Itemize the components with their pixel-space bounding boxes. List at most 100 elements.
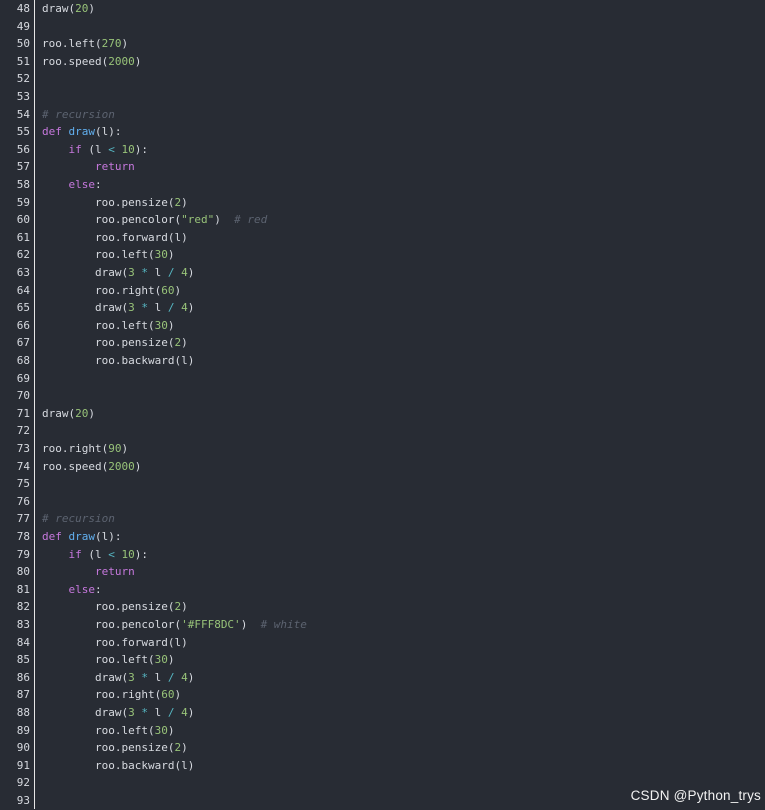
line-number: 67 bbox=[16, 336, 30, 350]
code-line[interactable]: 58 else: bbox=[0, 176, 765, 194]
code-token: 20 bbox=[75, 2, 89, 15]
line-number: 61 bbox=[16, 230, 30, 244]
code-text: # recursion bbox=[42, 510, 115, 528]
code-line[interactable]: 70 bbox=[0, 387, 765, 405]
code-line[interactable]: 81 else: bbox=[0, 581, 765, 599]
code-line[interactable]: 77 # recursion bbox=[0, 510, 765, 528]
line-number: 80 bbox=[16, 565, 30, 579]
code-token: ) bbox=[88, 406, 95, 420]
code-line[interactable]: 73 roo.right(90) bbox=[0, 440, 765, 458]
code-text: def draw(l): bbox=[42, 123, 122, 141]
code-line[interactable]: 64 roo.right(60) bbox=[0, 282, 765, 300]
code-token: roo.left( bbox=[42, 653, 155, 667]
code-token: return bbox=[94, 565, 135, 579]
line-number: 90 bbox=[16, 741, 30, 755]
code-token: 3 bbox=[128, 266, 135, 279]
code-line[interactable]: 48 draw(20) bbox=[0, 0, 765, 18]
line-number: 65 bbox=[16, 301, 30, 315]
code-line[interactable]: 89 roo.left(30) bbox=[0, 722, 765, 740]
code-line[interactable]: 79 if (l < 10): bbox=[0, 546, 765, 564]
code-token: roo.speed( bbox=[42, 459, 109, 473]
code-line[interactable]: 85 roo.left(30) bbox=[0, 651, 765, 669]
line-number: 64 bbox=[16, 283, 30, 297]
code-text: draw(20) bbox=[42, 405, 95, 423]
code-token: ) bbox=[167, 723, 175, 737]
code-line[interactable]: 66 roo.left(30) bbox=[0, 317, 765, 335]
code-line[interactable]: 80 return bbox=[0, 563, 765, 581]
code-line[interactable]: 75 bbox=[0, 475, 765, 493]
code-text: roo.left(270) bbox=[42, 35, 128, 53]
line-number: 91 bbox=[16, 758, 30, 772]
code-text: roo.pensize(2) bbox=[42, 194, 188, 212]
code-line[interactable]: 71 draw(20) bbox=[0, 405, 765, 423]
code-line[interactable]: 61 roo.forward(l) bbox=[0, 229, 765, 247]
code-token: ) bbox=[181, 195, 188, 209]
code-token: * bbox=[141, 266, 148, 279]
line-number: 87 bbox=[16, 688, 30, 702]
code-text: roo.pencolor('#FFF8DC') # white bbox=[42, 616, 307, 634]
code-line[interactable]: 87 roo.right(60) bbox=[0, 686, 765, 704]
code-token: < bbox=[108, 547, 115, 561]
code-line[interactable]: 82 roo.pensize(2) bbox=[0, 598, 765, 616]
code-token: * bbox=[141, 706, 148, 719]
code-token: l bbox=[147, 301, 168, 315]
code-line[interactable]: 88 draw(3 * l / 4) bbox=[0, 704, 765, 722]
code-line[interactable]: 55 def draw(l): bbox=[0, 123, 765, 141]
code-token: 30 bbox=[154, 653, 168, 667]
code-line[interactable]: 57 return bbox=[0, 158, 765, 176]
code-line[interactable]: 74 roo.speed(2000) bbox=[0, 458, 765, 476]
code-token: ) bbox=[240, 618, 261, 631]
line-number: 50 bbox=[16, 37, 30, 51]
code-line[interactable]: 84 roo.forward(l) bbox=[0, 634, 765, 652]
line-number: 76 bbox=[16, 494, 30, 508]
code-token: l bbox=[147, 706, 168, 719]
code-token: : bbox=[95, 178, 102, 191]
code-text: roo.right(60) bbox=[42, 282, 181, 300]
code-token: "red" bbox=[181, 213, 215, 227]
code-line[interactable]: 62 roo.left(30) bbox=[0, 246, 765, 264]
code-line[interactable]: 69 bbox=[0, 370, 765, 388]
code-token: '#FFF8DC' bbox=[181, 618, 241, 631]
code-line[interactable]: 78 def draw(l): bbox=[0, 528, 765, 546]
code-line[interactable]: 83 roo.pencolor('#FFF8DC') # white bbox=[0, 616, 765, 634]
code-line[interactable]: 49 bbox=[0, 18, 765, 36]
code-token: roo.right( bbox=[42, 442, 109, 455]
code-line[interactable]: 51 roo.speed(2000) bbox=[0, 53, 765, 71]
code-line[interactable]: 60 roo.pencolor("red") # red bbox=[0, 211, 765, 229]
code-line[interactable]: 90 roo.pensize(2) bbox=[0, 739, 765, 757]
code-text: else: bbox=[42, 581, 102, 599]
code-line[interactable]: 67 roo.pensize(2) bbox=[0, 334, 765, 352]
code-token: roo.left( bbox=[42, 318, 155, 332]
code-line[interactable]: 91 roo.backward(l) bbox=[0, 757, 765, 775]
code-line[interactable]: 86 draw(3 * l / 4) bbox=[0, 669, 765, 687]
code-editor[interactable]: 48 draw(20) 49 50 roo.left(270) 51 roo.speed(2… bbox=[0, 0, 765, 809]
code-token: 4 bbox=[181, 301, 188, 315]
code-line[interactable]: 50 roo.left(270) bbox=[0, 35, 765, 53]
line-number: 77 bbox=[16, 512, 30, 526]
code-line[interactable]: 65 draw(3 * l / 4) bbox=[0, 299, 765, 317]
code-token: (l bbox=[88, 547, 109, 561]
code-token: 2000 bbox=[108, 459, 135, 473]
code-line[interactable]: 54 # recursion bbox=[0, 106, 765, 124]
code-token: roo.left( bbox=[42, 37, 102, 51]
code-line[interactable]: 72 bbox=[0, 422, 765, 440]
code-line[interactable]: 53 bbox=[0, 88, 765, 106]
code-line[interactable]: 68 roo.backward(l) bbox=[0, 352, 765, 370]
code-token: draw( bbox=[42, 266, 129, 279]
code-token: ) bbox=[121, 37, 129, 51]
code-token: 20 bbox=[75, 406, 89, 420]
code-line[interactable]: 63 draw(3 * l / 4) bbox=[0, 264, 765, 282]
line-number: 71 bbox=[16, 406, 30, 420]
code-text: roo.speed(2000) bbox=[42, 458, 141, 476]
code-line[interactable]: 56 if (l < 10): bbox=[0, 141, 765, 159]
code-token: draw bbox=[42, 2, 69, 15]
code-line[interactable]: 52 bbox=[0, 70, 765, 88]
code-line[interactable]: 76 bbox=[0, 493, 765, 511]
code-token: l bbox=[147, 266, 168, 279]
code-token: # recursion bbox=[42, 107, 115, 121]
line-number: 85 bbox=[16, 653, 30, 667]
code-line[interactable]: 59 roo.pensize(2) bbox=[0, 194, 765, 212]
